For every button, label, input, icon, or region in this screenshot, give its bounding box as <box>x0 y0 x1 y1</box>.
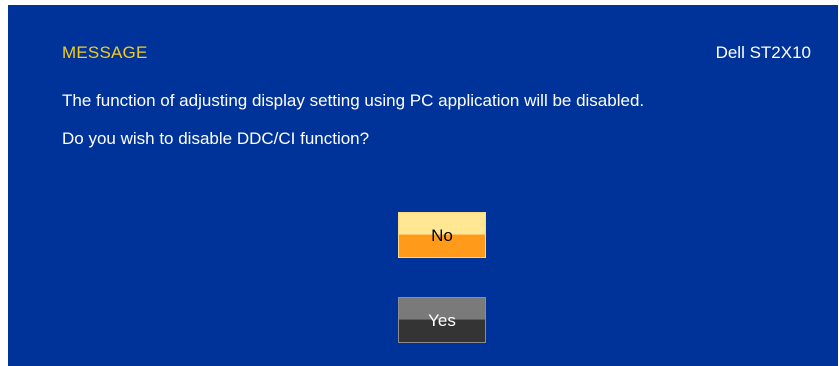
dialog-message-line-1: The function of adjusting display settin… <box>62 91 645 110</box>
dialog-header: MESSAGE Dell ST2X10 <box>8 43 838 67</box>
dialog-title: MESSAGE <box>62 43 148 62</box>
monitor-model-label: Dell ST2X10 <box>715 43 811 62</box>
dialog-message-line-2: Do you wish to disable DDC/CI function? <box>62 129 370 148</box>
osd-message-dialog: MESSAGE Dell ST2X10 The function of adju… <box>8 5 838 366</box>
yes-button[interactable]: Yes <box>398 297 486 343</box>
no-button[interactable]: No <box>398 212 486 258</box>
